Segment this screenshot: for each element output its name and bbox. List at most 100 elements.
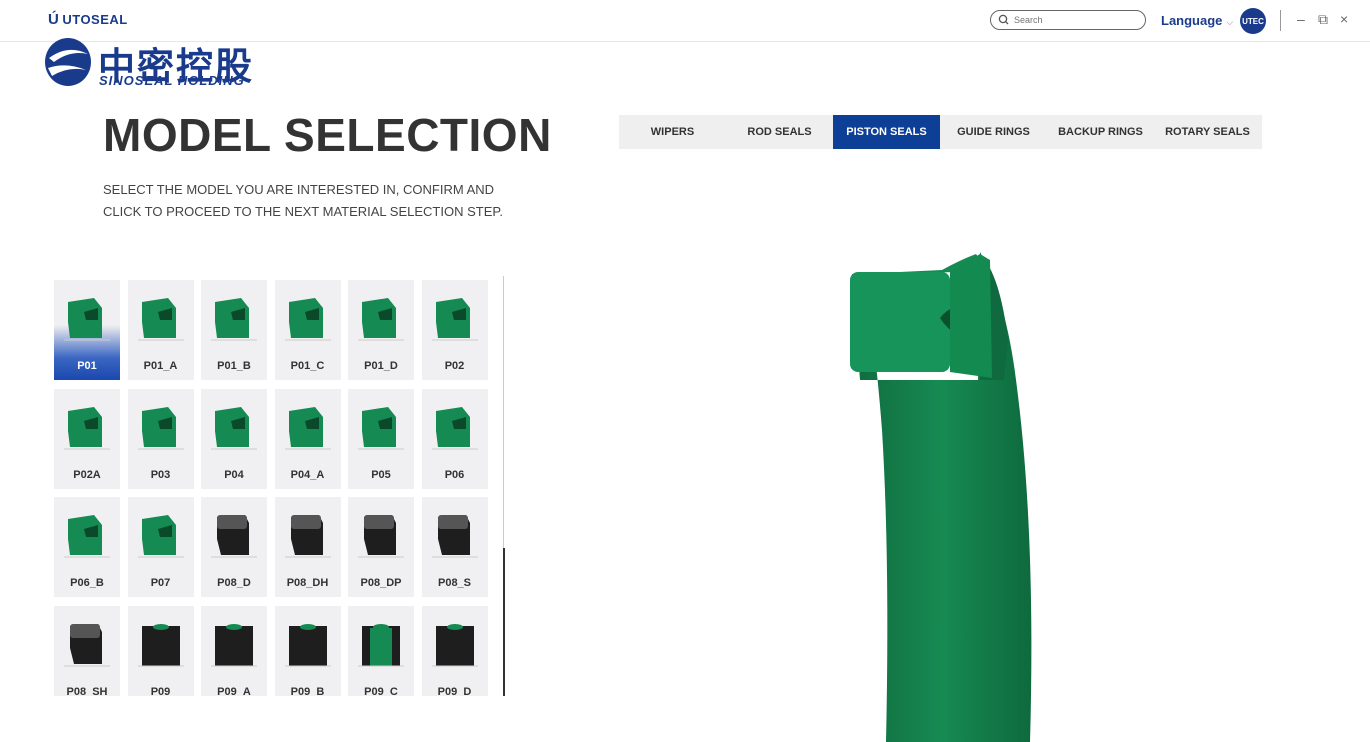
tab-piston-seals[interactable]: PISTON SEALS xyxy=(833,115,940,149)
seal-thumbnail-icon xyxy=(211,515,257,558)
logo-en: SINOSEAL HOLDING xyxy=(99,73,245,88)
seal-thumbnail-icon xyxy=(64,515,110,558)
brand-small-text: UTOSEAL xyxy=(62,12,128,27)
model-label: P09_A xyxy=(217,685,251,697)
model-tile-p08_s[interactable]: P08_S xyxy=(421,497,488,597)
model-tile-p01_a[interactable]: P01_A xyxy=(127,280,194,380)
model-tile-p01_b[interactable]: P01_B xyxy=(201,280,267,380)
model-label: P09_C xyxy=(364,685,398,697)
model-label: P08_DP xyxy=(360,577,402,589)
avatar[interactable]: UTEC xyxy=(1240,8,1266,34)
scrollbar-thumb[interactable] xyxy=(503,548,505,696)
model-tile-p09_b[interactable]: P09_B xyxy=(274,605,341,697)
model-tile-p09_c[interactable]: P09_C xyxy=(348,605,414,697)
model-label: P06_B xyxy=(70,577,104,589)
model-label: P01_C xyxy=(290,360,325,372)
seal-thumbnail-icon xyxy=(64,406,110,449)
tab-backup-rings[interactable]: BACKUP RINGS xyxy=(1047,115,1154,149)
model-tile-p01_d[interactable]: P01_D xyxy=(348,280,414,380)
model-label: P01_B xyxy=(217,360,251,372)
logo-swirl-icon xyxy=(45,38,91,86)
page-subtitle: SELECT THE MODEL YOU ARE INTERESTED IN, … xyxy=(103,182,503,219)
model-grid: P01 P01_A P01_B P01_C P01_D P02 P02A P03 P04 P04_… xyxy=(54,280,491,696)
model-label: P01_D xyxy=(364,360,398,372)
seal-thumbnail-icon xyxy=(358,298,404,341)
seal-thumbnail-icon xyxy=(431,623,478,666)
seal-thumbnail-icon xyxy=(211,406,257,449)
close-button[interactable]: × xyxy=(1340,11,1348,27)
seal-thumbnail-icon xyxy=(211,298,257,341)
model-tile-p03[interactable]: P03 xyxy=(127,388,194,489)
seal-thumbnail-icon xyxy=(137,298,184,341)
model-label: P02 xyxy=(444,360,465,372)
model-tile-p06_b[interactable]: P06_B xyxy=(54,497,120,597)
model-label: P09_D xyxy=(437,685,472,697)
model-tile-p02a[interactable]: P02A xyxy=(54,388,120,489)
tab-rod-seals[interactable]: ROD SEALS xyxy=(726,115,833,149)
model-label: P03 xyxy=(150,468,171,481)
model-tile-p01[interactable]: P01 xyxy=(54,280,120,380)
seal-thumbnail-icon xyxy=(284,406,331,449)
avatar-initials: UTEC xyxy=(1242,16,1264,26)
model-label: P06 xyxy=(444,468,465,481)
page-title: MODEL SELECTION xyxy=(103,109,552,161)
seal-thumbnail-icon xyxy=(284,515,331,558)
chevron-down-icon: ⌵ xyxy=(1226,17,1234,27)
seal-thumbnail-icon xyxy=(431,406,478,449)
seal-thumbnail-icon xyxy=(431,515,478,558)
model-label: P08_D xyxy=(217,577,251,589)
model-tile-p06[interactable]: P06 xyxy=(421,388,488,489)
tab-wipers[interactable]: WIPERS xyxy=(619,115,726,149)
category-tabs: WIPERS ROD SEALS PISTON SEALS GUIDE RINGS BA… xyxy=(619,115,1262,149)
model-tile-p09_d[interactable]: P09_D xyxy=(421,605,488,697)
seal-thumbnail-icon xyxy=(358,406,404,449)
restore-button[interactable]: ⧉ xyxy=(1318,11,1328,28)
model-label: P08_S xyxy=(437,577,472,589)
model-label: P01 xyxy=(77,360,97,372)
minimize-button[interactable]: – xyxy=(1297,11,1305,27)
seal-thumbnail-icon xyxy=(64,298,110,341)
seal-thumbnail-icon xyxy=(431,298,478,341)
model-tile-p07[interactable]: P07 xyxy=(127,497,194,597)
seal-thumbnail-icon xyxy=(64,623,110,666)
model-label: P09_B xyxy=(290,685,325,697)
search-input[interactable] xyxy=(1012,14,1136,26)
company-logo: 中密控股 SINOSEAL HOLDING xyxy=(44,36,274,92)
model-tile-p08_dh[interactable]: P08_DH xyxy=(274,497,341,597)
model-tile-p02[interactable]: P02 xyxy=(421,280,488,380)
model-label: P05 xyxy=(371,468,391,481)
brand-u-icon: Ú xyxy=(48,11,60,28)
model-tile-p08_sh[interactable]: P08_SH xyxy=(54,605,120,697)
model-tile-p08_dp[interactable]: P08_DP xyxy=(348,497,414,597)
seal-thumbnail-icon xyxy=(137,623,184,666)
seal-thumbnail-icon xyxy=(358,515,404,558)
model-tile-p08_d[interactable]: P08_D xyxy=(201,497,267,597)
tab-guide-rings[interactable]: GUIDE RINGS xyxy=(940,115,1047,149)
language-label: Language xyxy=(1161,13,1223,28)
model-tile-p04[interactable]: P04 xyxy=(201,388,267,489)
seal-thumbnail-icon xyxy=(284,623,331,666)
model-label: P09 xyxy=(150,685,171,697)
search-icon xyxy=(998,14,1009,25)
seal-thumbnail-icon xyxy=(284,298,331,341)
model-tile-p09_a[interactable]: P09_A xyxy=(201,605,267,697)
search-box[interactable] xyxy=(990,10,1146,30)
tab-rotary-seals[interactable]: ROTARY SEALS xyxy=(1154,115,1261,149)
model-tile-p01_c[interactable]: P01_C xyxy=(274,280,341,380)
seal-thumbnail-icon xyxy=(358,623,404,666)
divider xyxy=(1280,10,1281,31)
model-tile-p04_a[interactable]: P04_A xyxy=(274,388,341,489)
language-selector[interactable]: Language ⌵ xyxy=(1161,13,1233,28)
model-label: P04_A xyxy=(290,468,325,481)
model-tile-p05[interactable]: P05 xyxy=(348,388,414,489)
seal-preview-image xyxy=(850,252,1032,742)
model-label: P02A xyxy=(73,468,101,481)
model-tile-p09[interactable]: P09 xyxy=(127,605,194,697)
seal-thumbnail-icon xyxy=(211,623,257,666)
seal-thumbnail-icon xyxy=(137,515,184,558)
model-label: P08_DH xyxy=(286,577,329,589)
model-label: P01_A xyxy=(143,360,178,372)
model-label: P07 xyxy=(150,577,171,589)
brand-small: Ú UTOSEAL xyxy=(48,11,128,28)
model-label: P08_SH xyxy=(66,685,108,697)
